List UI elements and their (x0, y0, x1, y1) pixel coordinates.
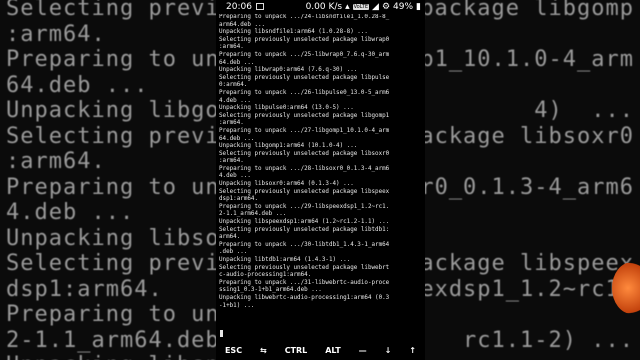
esc-key[interactable]: ESC (223, 346, 244, 355)
battery-saver-icon: ⚙ (381, 1, 391, 12)
terminal-line: Selecting previously unselected package … (219, 188, 390, 195)
background-line: eexdsp1_1.2~rc1. (406, 276, 634, 302)
background-line: mp1_10.1.0-4_arm (406, 47, 634, 72)
tab-key[interactable]: ⇆ (258, 346, 269, 355)
terminal-line: Selecting previously unselected package … (219, 264, 390, 271)
terminal-line: Selecting previously unselected package … (219, 112, 390, 119)
terminal-line: Preparing to unpack .../28-libsoxr0_0.1.… (219, 165, 390, 172)
background-line: 4.deb ... (6, 200, 135, 225)
terminal-line: :arm64. (219, 158, 244, 165)
background-line: Unpacking libspe (6, 353, 234, 360)
background-line: 4) ... (534, 98, 634, 123)
terminal-line: :arm64. (219, 120, 244, 127)
background-line: 2-1.1_arm64.deb (6, 327, 220, 353)
terminal-line: 64.deb ... (219, 135, 255, 142)
status-right: 0.00 K/s ▴ VoLTE ◢ ⚙ 49% ▮ (306, 2, 421, 12)
down-arrow-key[interactable]: ↓ (383, 346, 394, 355)
terminal-line: Unpacking libwrap0:arm64 (7.6.q-30) ... (219, 67, 358, 74)
terminal-line: 64.deb ... (219, 59, 255, 66)
background-line: rc1.1-2) ... (463, 327, 634, 353)
terminal-line: 0:arm64. (219, 82, 248, 89)
extra-keys-bar: ESC ⇆ CTRL ALT — ↓ ↑ (216, 342, 425, 358)
terminal-output[interactable]: Preparing to unpack .../24-libsndfile1_1… (219, 14, 423, 339)
terminal-line: Preparing to unpack .../31-libwebrtc-aud… (219, 279, 390, 286)
background-line: package libgomp (420, 0, 634, 21)
terminal-line: Selecting previously unselected package … (219, 36, 390, 43)
terminal-line: Preparing to unpack .../30-libtdb1_1.4.3… (219, 241, 390, 248)
terminal-line: Preparing to unpack .../29-libspeexdsp1_… (219, 203, 390, 210)
dash-key[interactable]: — (357, 346, 369, 355)
signal-bars-icon: ◢ (372, 1, 379, 12)
background-line: 64.deb ... (6, 72, 149, 98)
background-line: Unpacking libsox (6, 225, 234, 251)
terminal-line: -1+b1) ... (219, 302, 255, 309)
terminal-line: Selecting previously unselected package … (219, 150, 390, 157)
ctrl-key[interactable]: CTRL (283, 346, 310, 355)
terminal-line: dsp1:arm64. (219, 196, 259, 203)
volte-badge: VoLTE (352, 3, 370, 10)
terminal-line: Selecting previously unselected package … (219, 74, 390, 81)
phone-screen: 20:06 0.00 K/s ▴ VoLTE ◢ ⚙ 49% ▮ Prepari… (216, 0, 425, 360)
terminal-line: 2-1.1_arm64.deb ... (219, 211, 287, 218)
up-arrow-key[interactable]: ↑ (407, 346, 418, 355)
terminal-line: Unpacking libsndfile1:arm64 (1.0.28-8) .… (219, 29, 368, 36)
battery-icon: ▮ (416, 1, 421, 12)
alt-key[interactable]: ALT (323, 346, 342, 355)
background-line: package libspeex (406, 251, 634, 276)
terminal-line: .deb ... (219, 249, 248, 256)
network-speed: 0.00 K/s (305, 1, 343, 12)
terminal-line: Unpacking libpulse0:arm64 (13.0-5) ... (219, 105, 354, 112)
terminal-line: Unpacking libgomp1:arm64 (10.1.0-4) ... (219, 143, 358, 150)
signal-icon: ▴ (345, 1, 350, 12)
terminal-line: arm64.deb ... (219, 21, 266, 28)
background-line: package libsoxr0 (406, 123, 634, 149)
status-bar: 20:06 0.00 K/s ▴ VoLTE ◢ ⚙ 49% ▮ (216, 0, 425, 13)
terminal-line: ssing1_0.3-1+b1_arm64.deb ... (219, 287, 322, 294)
background-line: :arm64. (6, 21, 106, 47)
terminal-line: Unpacking libtdb1:arm64 (1.4.3-1) ... (219, 257, 351, 263)
background-line: Selecting previo (6, 123, 234, 149)
terminal-line: Selecting previously unselected package … (219, 226, 390, 233)
terminal-line: 4.deb ... (219, 173, 251, 180)
floating-bubble (612, 262, 640, 314)
background-line: Unpacking libgom (6, 98, 234, 123)
terminal-line: Unpacking libwebrtc-audio-processing1:ar… (219, 294, 390, 301)
status-time: 20:06 (226, 1, 252, 12)
background-line: xr0_0.1.3-4_arm6 (406, 174, 634, 200)
terminal-line: Preparing to unpack .../25-libwrap0_7.6.… (219, 51, 390, 58)
battery-level: 49% (393, 1, 414, 12)
background-line: Preparing to unp (6, 174, 234, 200)
background-line: Selecting previo (6, 0, 234, 21)
terminal-line: Preparing to unpack .../27-libgomp1_10.1… (219, 127, 390, 134)
terminal-line: c-audio-processing1:arm64. (219, 272, 312, 279)
terminal-line: Preparing to unpack .../24-libsndfile1_1… (219, 14, 390, 20)
terminal-line: Preparing to unpack .../26-libpulse0_13.… (219, 89, 390, 96)
terminal-line: 4.deb ... (219, 97, 251, 104)
background-line: Preparing to unp (6, 302, 234, 327)
terminal-line: arm64. (219, 234, 241, 241)
background-line: Selecting previo (6, 251, 234, 276)
terminal-line: Unpacking libspeexdsp1:arm64 (1.2~rc1.2-… (219, 219, 390, 226)
background-line: dsp1:arm64. (6, 276, 163, 302)
background-line: Preparing to unp (6, 47, 234, 72)
terminal-line: Unpacking libsoxr0:arm64 (0.1.3-4) ... (219, 181, 354, 188)
terminal-cursor (220, 330, 223, 337)
background-line: :arm64. (6, 149, 106, 174)
terminal-line: :arm64. (219, 44, 244, 51)
notification-icon (255, 3, 264, 10)
